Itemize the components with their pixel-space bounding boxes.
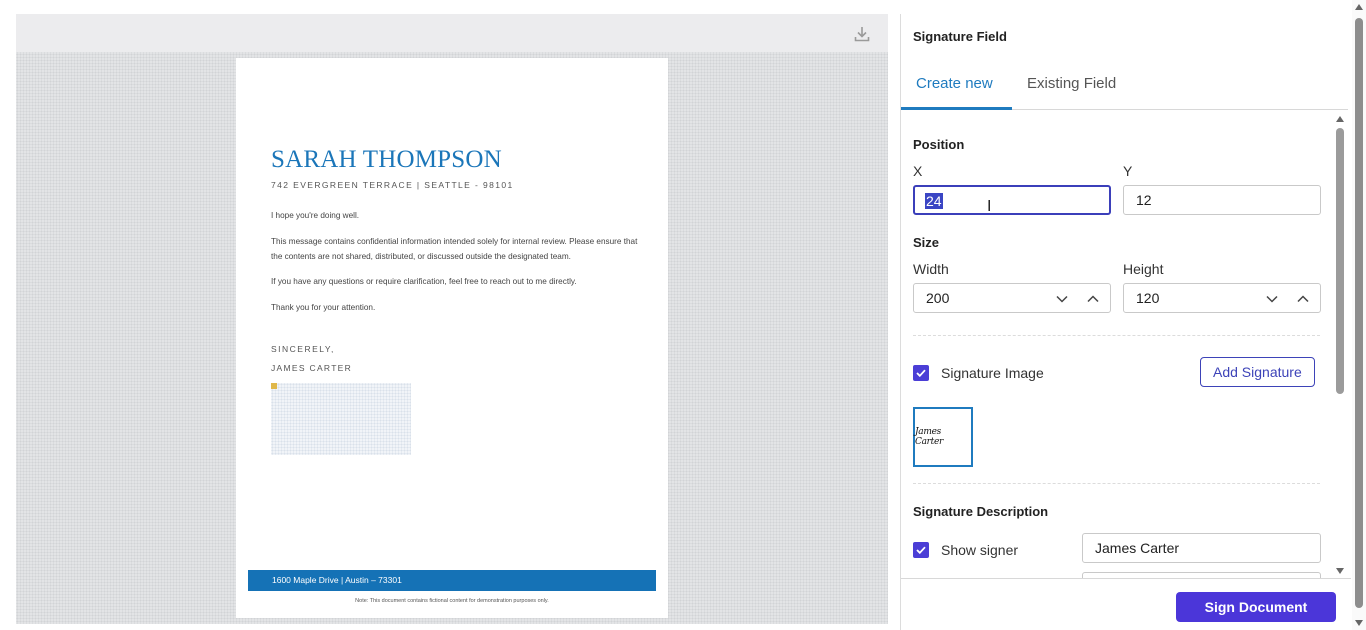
scrollbar-thumb[interactable] (1336, 128, 1344, 394)
text-cursor-icon: I (987, 198, 992, 215)
document-viewer[interactable]: SARAH THOMPSON 742 EVERGREEN TERRACE | S… (16, 14, 888, 624)
position-heading: Position (913, 137, 965, 152)
panel-scroll-area: Position X Y 24 I 12 Size Width Height 2… (901, 112, 1336, 578)
height-label: Height (1123, 261, 1164, 277)
document-page: SARAH THOMPSON 742 EVERGREEN TERRACE | S… (236, 58, 668, 618)
signer-name-input[interactable]: James Carter (1082, 533, 1321, 563)
download-button[interactable] (852, 24, 872, 44)
panel-tabs: Create new Existing Field (901, 62, 1348, 110)
x-label: X (913, 163, 923, 179)
page-scrollbar[interactable] (1352, 0, 1366, 630)
viewer-toolbar (16, 14, 888, 52)
chevron-down-icon (1056, 295, 1068, 303)
checkmark-icon (916, 546, 926, 554)
signature-panel: Signature Field Create new Existing Fiel… (900, 14, 1351, 630)
document-paragraph: I hope you're doing well. (271, 211, 360, 220)
document-heading: SARAH THOMPSON (271, 146, 502, 173)
app-root: SARAH THOMPSON 742 EVERGREEN TERRACE | S… (0, 0, 1366, 630)
signature-image-label: Signature Image (941, 365, 1044, 381)
page-scroll-up-icon[interactable] (1355, 4, 1363, 10)
size-heading: Size (913, 235, 940, 250)
signature-image-checkbox[interactable] (913, 365, 929, 381)
x-input[interactable]: 24 I (913, 185, 1111, 215)
height-value: 120 (1136, 290, 1160, 306)
document-closing: SINCERELY, (271, 344, 335, 354)
width-label: Width (913, 261, 949, 277)
tab-existing-field[interactable]: Existing Field (1012, 62, 1131, 110)
panel-scrollbar[interactable] (1333, 112, 1347, 578)
scroll-up-arrow-icon[interactable] (1336, 116, 1344, 122)
show-signer-checkbox[interactable] (913, 542, 929, 558)
x-value: 24 (925, 193, 943, 209)
height-decrement-button[interactable] (1264, 291, 1280, 307)
width-value: 200 (926, 290, 950, 306)
section-divider (913, 335, 1320, 336)
scroll-down-arrow-icon[interactable] (1336, 568, 1344, 574)
page-scroll-down-icon[interactable] (1355, 620, 1363, 626)
document-signer: JAMES CARTER (271, 363, 353, 373)
y-value: 12 (1136, 192, 1152, 208)
height-increment-button[interactable] (1295, 291, 1311, 307)
download-icon (854, 27, 870, 42)
add-signature-button[interactable]: Add Signature (1200, 357, 1315, 387)
document-footer-note: Note: This document contains fictional c… (355, 598, 549, 604)
y-label: Y (1123, 163, 1133, 179)
signature-thumbnail-text: James Carter (915, 427, 943, 447)
chevron-up-icon (1087, 295, 1099, 303)
document-paragraph: This message contains confidential infor… (271, 237, 638, 261)
tab-create-new[interactable]: Create new (901, 62, 1012, 110)
chevron-up-icon (1297, 295, 1309, 303)
signature-description-heading: Signature Description (913, 504, 1049, 519)
signature-field-placeholder[interactable] (271, 383, 411, 455)
checkmark-icon (916, 369, 926, 377)
document-address: 742 EVERGREEN TERRACE | SEATTLE - 98101 (271, 180, 514, 190)
page-scrollbar-thumb[interactable] (1355, 18, 1363, 608)
width-stepper[interactable]: 200 (913, 283, 1111, 313)
section-divider (913, 483, 1320, 484)
document-footer-bar: 1600 Maple Drive | Austin – 73301 (248, 570, 656, 591)
document-paragraph: If you have any questions or require cla… (271, 277, 577, 286)
width-decrement-button[interactable] (1054, 291, 1070, 307)
chevron-down-icon (1266, 295, 1278, 303)
panel-footer: Sign Document (901, 578, 1351, 630)
width-increment-button[interactable] (1085, 291, 1101, 307)
signer-name-value: James Carter (1095, 540, 1180, 556)
panel-title: Signature Field (913, 29, 1007, 44)
signature-thumbnail[interactable]: James Carter (913, 407, 973, 467)
document-paragraph: Thank you for your attention. (271, 303, 376, 312)
y-input[interactable]: 12 (1123, 185, 1321, 215)
show-signer-label: Show signer (941, 542, 1019, 558)
height-stepper[interactable]: 120 (1123, 283, 1321, 313)
sign-document-button[interactable]: Sign Document (1176, 592, 1336, 622)
resize-handle[interactable] (271, 383, 277, 389)
